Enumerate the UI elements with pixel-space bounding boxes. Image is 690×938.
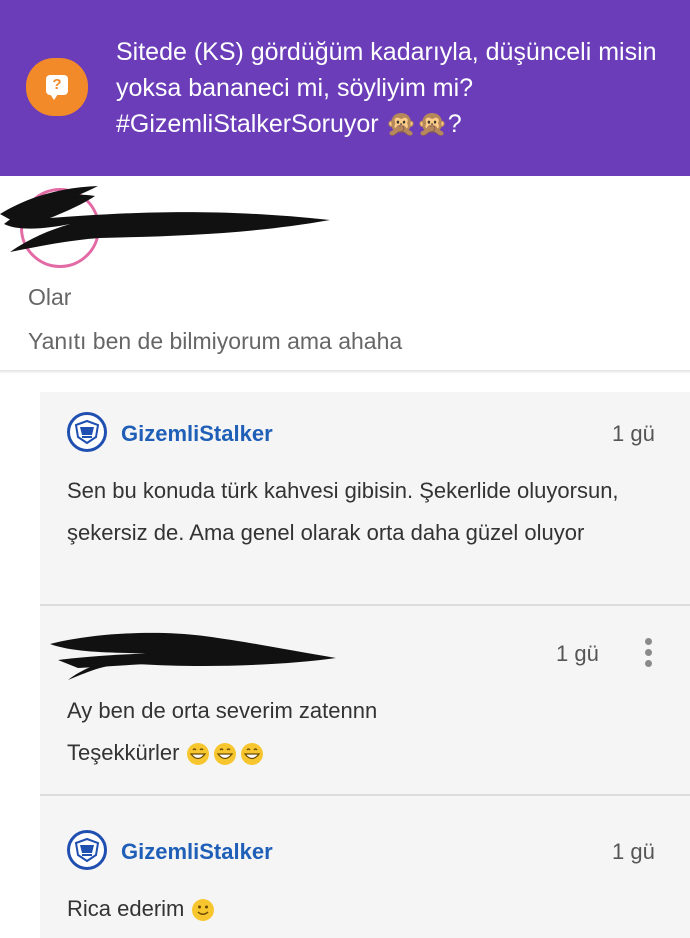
- reply-text: Yanıtı ben de bilmiyorum ama ahaha: [28, 328, 403, 354]
- more-options-icon[interactable]: [642, 638, 654, 671]
- avatar[interactable]: [67, 412, 107, 452]
- reply-title: Olar: [28, 284, 72, 310]
- question-header: ? Sitede (KS) gördüğüm kadarıyla, düşünc…: [0, 0, 690, 176]
- mask-icon: [74, 419, 100, 445]
- mask-icon: [74, 837, 100, 863]
- comment-item: 1 gü Ay ben de orta severim zatennn Teşe…: [40, 606, 690, 794]
- comment-text: Ay ben de orta severim zatennn Teşekkürl…: [67, 690, 667, 774]
- comment-thread: GizemliStalker 1 gü Sen bu konuda türk k…: [40, 392, 690, 938]
- comment-author[interactable]: GizemliStalker: [121, 421, 273, 447]
- avatar[interactable]: [67, 830, 107, 870]
- comment-line: Teşekkürler: [67, 740, 180, 765]
- comment-time: 1 gü: [612, 839, 655, 864]
- comment-line-with-emoji: Teşekkürler: [67, 732, 667, 774]
- comment-item: GizemliStalker 1 gü Sen bu konuda türk k…: [40, 392, 690, 606]
- comment-text: Rica ederim: [67, 888, 667, 930]
- comment-time: 1 gü: [612, 421, 655, 446]
- slightly-smiling-emoji-icon: [191, 899, 214, 922]
- redacted-username: [50, 632, 336, 680]
- grinning-emoji-icon: [186, 743, 263, 766]
- comment-line: Ay ben de orta severim zatennn: [67, 698, 378, 723]
- question-text: Sitede (KS) gördüğüm kadarıyla, düşüncel…: [116, 38, 657, 138]
- comment-item: GizemliStalker 1 gü Rica ederim: [40, 796, 690, 938]
- redacted-username: [0, 186, 330, 252]
- comment-time: 1 gü: [556, 641, 599, 666]
- comment-author[interactable]: GizemliStalker: [121, 839, 273, 865]
- comment-text-content: Rica ederim: [67, 896, 185, 921]
- divider: [0, 370, 690, 374]
- question-bubble-icon: ?: [26, 58, 88, 116]
- reply-card: Olar Yanıtı ben de bilmiyorum ama ahaha: [0, 176, 690, 371]
- comment-text: Sen bu konuda türk kahvesi gibisin. Şeke…: [67, 478, 619, 545]
